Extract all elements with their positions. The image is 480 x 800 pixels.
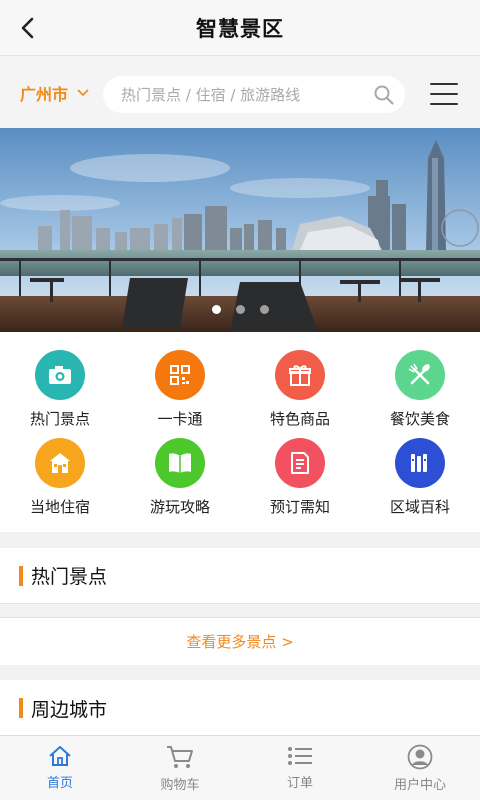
- category-grid: 热门景点 一卡通 特色商品 餐饮美食 当地住宿 游玩攻略 预订需知 区域百科: [0, 332, 480, 532]
- menu-button[interactable]: [430, 83, 458, 105]
- fork-spoon-icon: [395, 350, 445, 400]
- carousel-dot[interactable]: [259, 305, 269, 314]
- category-label: 游玩攻略: [149, 498, 210, 516]
- search-box[interactable]: [103, 76, 405, 113]
- nav-orders[interactable]: 订单: [240, 736, 360, 800]
- category-encyclopedia[interactable]: 区域百科: [360, 438, 480, 528]
- search-icon[interactable]: [373, 84, 395, 110]
- view-more-label: 查看更多景点 >: [186, 633, 294, 651]
- house-icon: [35, 438, 85, 488]
- section-accent-bar: [19, 565, 23, 586]
- back-arrow-icon: [21, 17, 34, 39]
- carousel-dots: [0, 305, 480, 314]
- search-row: 广州市: [0, 57, 480, 128]
- nav-cart[interactable]: 购物车: [120, 736, 240, 800]
- carousel-dot[interactable]: [235, 305, 245, 314]
- banner-image: [0, 128, 480, 332]
- nav-label: 首页: [46, 776, 73, 791]
- library-icon: [395, 438, 445, 488]
- back-button[interactable]: [12, 12, 44, 44]
- home-icon: [49, 746, 71, 766]
- category-lodging[interactable]: 当地住宿: [0, 438, 120, 528]
- category-label: 一卡通: [157, 410, 203, 428]
- nav-label: 订单: [286, 776, 313, 791]
- category-hot-spots[interactable]: 热门景点: [0, 350, 120, 438]
- category-label: 区域百科: [389, 498, 450, 516]
- section-title: 热门景点: [31, 566, 108, 588]
- category-goods[interactable]: 特色商品: [240, 350, 360, 438]
- menu-line-icon: [430, 103, 458, 105]
- user-icon: [407, 744, 433, 770]
- city-selector[interactable]: 广州市: [20, 81, 90, 105]
- gift-icon: [275, 350, 325, 400]
- camera-icon: [35, 350, 85, 400]
- title-bar: 智慧景区: [0, 0, 480, 56]
- bottom-nav: 首页 购物车 订单 用户中心: [0, 735, 480, 800]
- category-label: 热门景点: [29, 410, 90, 428]
- nearby-cities-header: 周边城市: [0, 680, 480, 736]
- city-label: 广州市: [20, 84, 69, 104]
- nav-home[interactable]: 首页: [0, 736, 120, 800]
- view-more-spots-button[interactable]: 查看更多景点 >: [0, 617, 480, 665]
- app-screen: 智慧景区 广州市 热门景点 / 住宿 / 旅游路线 热门景点 一卡通 特色商品 …: [0, 0, 480, 800]
- category-card[interactable]: 一卡通: [120, 350, 240, 438]
- section-accent-bar: [19, 698, 23, 718]
- list-icon: [288, 747, 312, 765]
- category-label: 餐饮美食: [389, 410, 450, 428]
- cart-icon: [167, 746, 193, 768]
- category-booking-notice[interactable]: 预订需知: [240, 438, 360, 528]
- book-icon: [155, 438, 205, 488]
- banner-carousel[interactable]: [0, 128, 480, 332]
- category-guide[interactable]: 游玩攻略: [120, 438, 240, 528]
- carousel-dot[interactable]: [211, 305, 221, 314]
- chevron-down-icon: [76, 88, 90, 98]
- category-food[interactable]: 餐饮美食: [360, 350, 480, 438]
- category-label: 当地住宿: [29, 498, 90, 516]
- section-title: 周边城市: [31, 698, 108, 721]
- category-label: 预订需知: [269, 498, 330, 516]
- nav-user-center[interactable]: 用户中心: [360, 736, 480, 800]
- page-title: 智慧景区: [196, 16, 284, 41]
- nav-label: 用户中心: [393, 778, 446, 793]
- qr-card-icon: [155, 350, 205, 400]
- search-input[interactable]: [121, 85, 361, 104]
- document-icon: [275, 438, 325, 488]
- menu-line-icon: [430, 83, 458, 85]
- category-label: 特色商品: [269, 410, 330, 428]
- nav-label: 购物车: [160, 778, 200, 793]
- hot-spots-header: 热门景点: [0, 548, 480, 604]
- menu-line-icon: [430, 93, 458, 95]
